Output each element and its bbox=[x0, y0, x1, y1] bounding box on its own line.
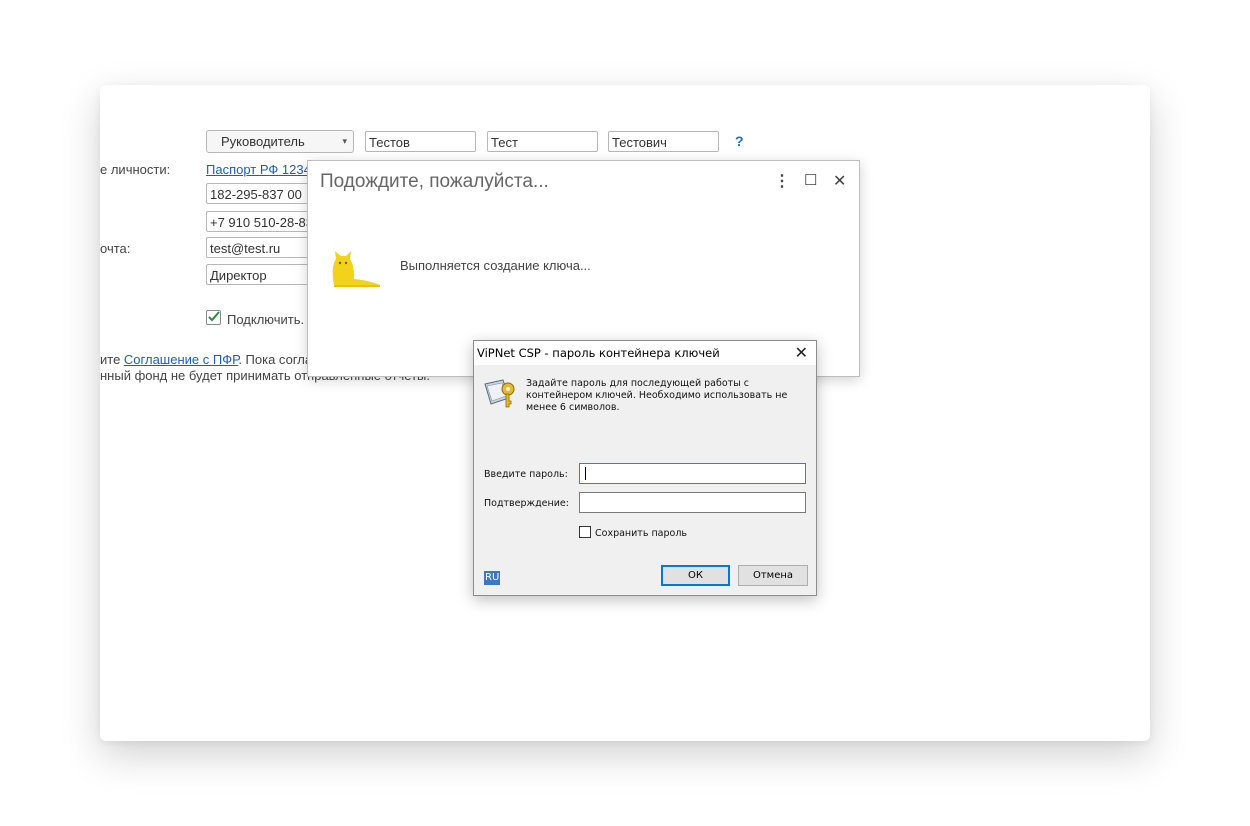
vipnet-message: Задайте пароль для последующей работы с … bbox=[526, 378, 788, 413]
confirm-password-input[interactable] bbox=[579, 492, 806, 513]
vipnet-titlebar[interactable]: ViPNet CSP - пароль контейнера ключей ✕ bbox=[474, 341, 816, 365]
identity-label: е личности: bbox=[100, 162, 171, 177]
chevron-down-icon: ▾ bbox=[342, 136, 347, 146]
password-input[interactable] bbox=[579, 463, 806, 484]
vipnet-dialog-title: ViPNet CSP - пароль контейнера ключей bbox=[477, 346, 720, 360]
cat-loading-icon bbox=[332, 251, 380, 287]
passport-link[interactable]: Паспорт РФ 1234 bbox=[206, 162, 311, 177]
patronymic-input[interactable]: Тестович bbox=[608, 131, 719, 152]
connect-label: Подключить. bbox=[227, 312, 305, 327]
first-name-input[interactable]: Тест bbox=[487, 131, 598, 152]
wait-dialog-title: Подождите, пожалуйста... bbox=[320, 171, 549, 192]
agreement-link[interactable]: Соглашение с ПФР bbox=[124, 352, 238, 367]
role-select[interactable]: Руководитель ▾ bbox=[206, 130, 354, 153]
key-container-icon bbox=[484, 379, 515, 408]
vipnet-password-dialog: ViPNet CSP - пароль контейнера ключей ✕ … bbox=[473, 340, 817, 596]
email-label: очта: bbox=[100, 241, 131, 256]
language-badge: RU bbox=[484, 571, 501, 585]
connect-checkbox[interactable] bbox=[206, 310, 221, 325]
save-password-label: Сохранить пароль bbox=[595, 528, 688, 539]
agreement-note: ите Соглашение с ПФР. Пока соглаш bbox=[100, 352, 323, 367]
maximize-icon[interactable]: ☐ bbox=[804, 171, 817, 189]
last-name-input[interactable]: Тестов bbox=[365, 131, 476, 152]
ok-button[interactable]: ОК bbox=[661, 565, 730, 586]
wait-dialog-message: Выполняется создание ключа... bbox=[400, 258, 591, 273]
password-label: Введите пароль: bbox=[484, 469, 568, 480]
cancel-button[interactable]: Отмена bbox=[738, 565, 808, 586]
close-icon[interactable]: ✕ bbox=[833, 171, 846, 191]
note-prefix: ите bbox=[100, 352, 124, 367]
more-menu-icon[interactable]: ⋮ bbox=[774, 171, 790, 191]
save-password-checkbox[interactable] bbox=[579, 526, 591, 538]
checkmark-icon bbox=[208, 311, 220, 322]
role-select-value: Руководитель bbox=[221, 134, 305, 149]
text-caret bbox=[585, 467, 586, 480]
vipnet-close-icon[interactable]: ✕ bbox=[795, 343, 808, 362]
confirm-label: Подтверждение: bbox=[484, 498, 569, 509]
help-link[interactable]: ? bbox=[735, 133, 744, 149]
